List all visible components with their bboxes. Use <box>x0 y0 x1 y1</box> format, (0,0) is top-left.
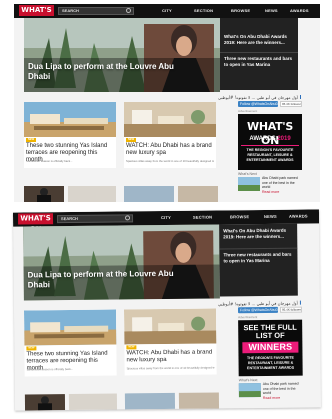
hero-title[interactable]: Dua Lipa to perform at the Louvre Abu Dh… <box>28 62 178 82</box>
ad-awards-word: AWARDS <box>249 136 276 142</box>
card-excerpt: Spacious villas away from the world in o… <box>126 160 214 163</box>
card-image <box>24 102 116 137</box>
side-headlines: What's On Abu Dhabi Awards 2019: Here ar… <box>220 18 298 90</box>
thumb-image[interactable] <box>68 393 118 411</box>
hero-title[interactable]: Dua Lipa to perform at the Louvre Abu Dh… <box>28 269 178 291</box>
nav-item-browse[interactable]: BROWSE <box>230 214 249 220</box>
advert-label: Advertisement <box>238 109 258 113</box>
arabic-post-text: أول مهرجان في أبو ظبي ... لا تفوتوه! #أب… <box>217 300 298 306</box>
thumb-image[interactable] <box>24 186 64 202</box>
nav-item-city[interactable]: CITY <box>162 8 172 14</box>
side-headline[interactable]: What's On Abu Dhabi Awards 2019: Here ar… <box>223 228 295 241</box>
divider <box>220 52 298 53</box>
new-badge: NEW <box>26 346 37 351</box>
nav-item-awards[interactable]: AWARDS <box>290 8 309 14</box>
social-post[interactable]: أول مهرجان في أبو ظبي ... لا تفوتوه! #أب… <box>218 93 300 101</box>
card-excerpt: Spacious villas away from the world in o… <box>126 366 215 371</box>
thumb-image[interactable] <box>124 186 174 202</box>
thumb-image[interactable] <box>124 392 176 410</box>
search-label: SEARCH <box>62 8 79 13</box>
nav-item-section[interactable]: SECTION <box>194 8 213 14</box>
thumb-image[interactable] <box>68 186 116 202</box>
card-excerpt: Sundowner season is officially back... <box>26 160 73 163</box>
nav-item-awards[interactable]: AWARDS <box>289 214 308 220</box>
story-card[interactable]: NEW WATCH: Abu Dhabi has a brand new lux… <box>124 102 216 168</box>
thumb-image[interactable] <box>178 186 218 202</box>
ad-logo: WHAT'S ON <box>247 120 293 147</box>
site-logo[interactable]: WHAT'S ON <box>19 5 54 25</box>
search-icon[interactable] <box>125 215 131 221</box>
ad-year: 2019 <box>277 136 291 142</box>
side-headline[interactable]: Three new restaurants and bars to open i… <box>223 252 295 265</box>
screenshot-top: WHAT'S ON SEARCH CITY SECTION BROWSE NEW… <box>14 4 320 202</box>
nav-item-city[interactable]: CITY <box>161 215 171 221</box>
read-more-link[interactable]: Read more <box>263 396 280 400</box>
nav-item-browse[interactable]: BROWSE <box>231 8 250 14</box>
mini-headline[interactable]: Abu Dhabi park named one of the best in … <box>262 176 304 190</box>
hero-story[interactable]: Dua Lipa to perform at the Louvre Abu Dh… <box>24 18 220 92</box>
card-title[interactable]: WATCH: Abu Dhabi has a brand new luxury … <box>126 143 214 157</box>
story-card[interactable]: NEW These two stunning Yas Island terrac… <box>24 102 116 168</box>
new-badge: NEW <box>126 345 137 350</box>
search-icon[interactable] <box>126 8 131 13</box>
card-image <box>124 102 216 137</box>
advert-label: Advertisement <box>238 315 258 320</box>
side-headline[interactable]: Three new restaurants and bars to open i… <box>224 56 296 68</box>
side-headline[interactable]: What's On Abu Dhabi Awards 2019: Here ar… <box>224 34 296 46</box>
divider <box>241 145 299 146</box>
top-navbar: WHAT'S ON SEARCH CITY SECTION BROWSE NEW… <box>14 4 320 25</box>
thumb-image[interactable] <box>178 392 220 409</box>
story-card[interactable]: NEW These two stunning Yas Island terrac… <box>23 309 117 377</box>
followers-count: 95.4K followers <box>280 101 302 107</box>
card-image <box>23 309 117 346</box>
ad-see-list: SEE THE FULL LIST OF <box>243 322 297 341</box>
story-card[interactable]: NEW WATCH: Abu Dhabi has a brand new lux… <box>123 308 217 376</box>
hero-story[interactable]: Dua Lipa to perform at the Louvre Abu Dh… <box>23 224 220 301</box>
mini-thumbnail[interactable] <box>238 177 260 191</box>
ad-awards-heading: AWARDS 2019 <box>241 135 299 143</box>
search-label: SEARCH <box>61 215 78 222</box>
ad-subtitle: THE REGION'S FAVOURITE RESTAURANT, LEISU… <box>247 355 295 371</box>
arabic-post-text: أول مهرجان في أبو ظبي ... لا تفوتوه! #أب… <box>218 94 298 100</box>
nav-item-section[interactable]: SECTION <box>193 215 212 221</box>
new-badge: NEW <box>126 138 136 142</box>
side-headlines: What's On Abu Dhabi Awards 2019: Here ar… <box>219 223 298 297</box>
mini-headline[interactable]: Abu Dhabi park named one of the best in … <box>263 382 305 396</box>
search-input[interactable]: SEARCH <box>57 214 134 224</box>
thumb-image[interactable] <box>24 394 66 411</box>
follow-button[interactable]: Follow @WhatsOnAbuDhabi <box>237 306 279 314</box>
awards-advert[interactable]: WHAT'S ON AWARDS 2019 THE REGION'S FAVOU… <box>238 114 302 170</box>
ad-subtitle: THE REGION'S FAVOURITE RESTAURANT, LEISU… <box>246 148 294 162</box>
site-logo[interactable]: WHAT'S ON <box>17 213 54 233</box>
nav-item-news[interactable]: NEWS <box>264 214 277 220</box>
ad-winners: WINNERS <box>242 341 299 354</box>
read-more-link[interactable]: Read more <box>262 190 279 194</box>
card-title[interactable]: WATCH: Abu Dhabi has a brand new luxury … <box>126 350 214 365</box>
followers-count: 95.4K followers <box>279 306 303 313</box>
new-badge: NEW <box>26 138 36 142</box>
nav-item-news[interactable]: NEWS <box>265 8 278 14</box>
follow-button[interactable]: Follow @WhatsOnAbuDhabi <box>238 101 278 107</box>
card-image <box>123 308 217 345</box>
search-input[interactable]: SEARCH <box>58 7 134 15</box>
divider <box>219 247 298 250</box>
whats-next-label: What's Next <box>238 172 257 176</box>
screenshot-bottom: WHAT'S ON SEARCH CITY SECTION BROWSE NEW… <box>12 209 322 411</box>
whats-next-label: What's Next <box>238 378 258 383</box>
mini-thumbnail[interactable] <box>238 383 261 398</box>
winners-advert[interactable]: SEE THE FULL LIST OF WINNERS THE REGION'… <box>238 319 303 377</box>
